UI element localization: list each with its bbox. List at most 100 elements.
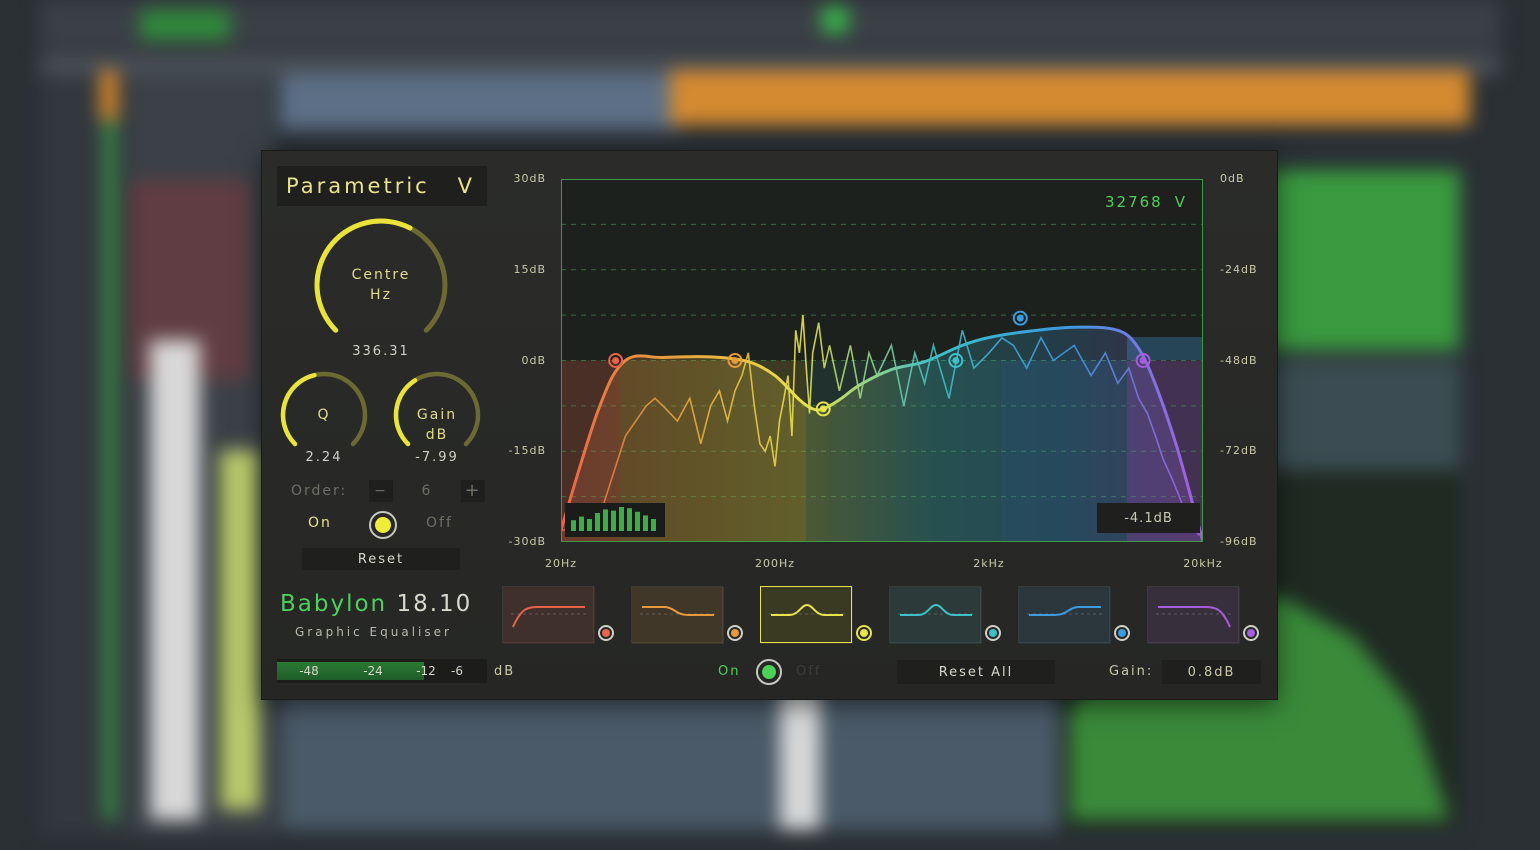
band-thumbnail-6[interactable]	[1147, 586, 1240, 644]
order-label: Order:	[291, 483, 348, 499]
mini-spectrum-bar	[571, 520, 576, 531]
global-on-label[interactable]: On	[718, 664, 740, 679]
backdrop-dark-clip	[1260, 360, 1460, 470]
meter-tick-label: -24	[363, 664, 383, 678]
right-axis-label: -72dB	[1220, 444, 1258, 458]
order-stepper: Order: − 6 +	[291, 479, 491, 503]
gain-label-line1: Gain	[416, 407, 458, 423]
backdrop-white-fader	[150, 340, 200, 820]
mini-spectrum-bar	[579, 516, 584, 531]
band-enable-toggle-6[interactable]	[1243, 625, 1259, 641]
band-thumbnail-graphic	[1148, 587, 1240, 644]
band-toggle-indicator	[375, 517, 391, 533]
band-thumbnail-graphic	[503, 587, 595, 644]
band-on-label[interactable]: On	[308, 515, 332, 531]
band-thumbnail-graphic	[1019, 587, 1111, 644]
mini-spectrum-bar	[619, 507, 624, 531]
meter-tick-label: -48	[299, 664, 319, 678]
output-meter-ticks: -48 -24 -12 -6	[277, 659, 487, 683]
frequency-axis-label: 200Hz	[754, 557, 796, 570]
frequency-axis: 20Hz 200Hz 2kHz 20kHz	[262, 557, 1277, 573]
master-gain-field[interactable]: 0.8dB	[1162, 660, 1261, 684]
eq-graph[interactable]	[561, 179, 1203, 542]
mode-dropdown[interactable]: Parametric V	[277, 166, 487, 206]
frequency-axis-label: 2kHz	[973, 557, 1005, 570]
band-toggle[interactable]	[369, 511, 397, 539]
band-thumbnail-3[interactable]	[760, 586, 853, 644]
mini-spectrum-bar	[587, 519, 592, 531]
band-enable-toggle-3[interactable]	[856, 625, 872, 641]
band-thumbnail-tint	[503, 587, 595, 644]
band-thumbnail-tint	[1148, 587, 1240, 644]
brand-subtitle: Graphic Equaliser	[295, 625, 452, 639]
global-toggle[interactable]	[756, 659, 782, 685]
centre-knob-value: 336.31	[352, 344, 410, 359]
frequency-axis-label: 20kHz	[1183, 557, 1223, 570]
backdrop-toolbar	[40, 0, 1500, 50]
backdrop-blue-clip	[280, 75, 680, 130]
eq-plugin-window: Parametric V Centre Hz 336.31 Q 2.24 Gai…	[262, 151, 1277, 699]
band-off-label[interactable]: Off	[426, 515, 453, 531]
left-axis-label: 0dB	[521, 353, 546, 367]
centre-knob[interactable]: Centre Hz	[311, 215, 451, 355]
mini-spectrum-bar	[611, 510, 616, 531]
backdrop-green-clips	[1260, 170, 1460, 350]
gain-knob[interactable]: Gain dB	[391, 369, 483, 461]
band-thumbnail-2[interactable]	[631, 586, 724, 644]
band-enable-toggle-2[interactable]	[727, 625, 743, 641]
mini-spectrum-bar	[603, 509, 608, 531]
band-thumbnail-graphic	[890, 587, 982, 644]
backdrop-orange-marker	[100, 70, 118, 120]
band-enable-indicator	[1118, 629, 1126, 637]
fft-size-value: 32768	[1105, 193, 1163, 211]
band-thumbnail-graphic	[761, 587, 853, 644]
output-meter: -48 -24 -12 -6	[277, 659, 487, 683]
mini-spectrum-bar	[595, 513, 600, 531]
brand-name: Babylon	[280, 591, 388, 617]
band-thumbnail-graphic	[632, 587, 724, 644]
right-axis-label: 0dB	[1220, 172, 1245, 185]
eq-node-center	[819, 405, 827, 413]
backdrop-orange-clip	[670, 70, 1470, 125]
backdrop-mixer-fader	[780, 680, 820, 830]
backdrop-yellow-fader	[220, 450, 260, 810]
centre-label-line1: Centre	[351, 267, 411, 283]
right-axis-label: -96dB	[1220, 535, 1258, 548]
q-knob-value: 2.24	[305, 450, 343, 465]
order-plus-button[interactable]: +	[461, 480, 485, 502]
gain-knob-label: Gain dB	[391, 405, 483, 445]
centre-knob-label: Centre Hz	[311, 265, 451, 305]
band-enable-toggle-4[interactable]	[985, 625, 1001, 641]
eq-node-center	[952, 357, 960, 364]
mini-spectrum	[565, 503, 665, 537]
chevron-down-icon: V	[1174, 193, 1187, 211]
centre-label-line2: Hz	[370, 287, 392, 303]
band-enable-indicator	[602, 629, 610, 637]
master-gain-label: Gain:	[1109, 664, 1154, 679]
eq-node-center	[1139, 357, 1147, 364]
left-axis-label: 15dB	[513, 262, 546, 276]
right-axis-label: -24dB	[1220, 262, 1258, 276]
reset-all-button[interactable]: Reset All	[897, 660, 1055, 684]
brand-version: 18.10	[396, 591, 473, 617]
gain-knob-value: -7.99	[415, 450, 459, 465]
eq-node-center	[1016, 314, 1024, 322]
band-enable-indicator	[989, 629, 997, 637]
band-enable-toggle-1[interactable]	[598, 625, 614, 641]
band-enable-toggle-5[interactable]	[1114, 625, 1130, 641]
band-thumbnail-4[interactable]	[889, 586, 982, 644]
band-thumbnail-1[interactable]	[502, 586, 595, 644]
fft-size-dropdown[interactable]: 32768 V	[1097, 186, 1200, 218]
mini-spectrum-bar	[651, 519, 656, 531]
global-off-label[interactable]: Off	[796, 664, 821, 679]
global-toggle-indicator	[762, 665, 776, 679]
gain-label-line2: dB	[425, 427, 449, 443]
q-knob[interactable]: Q	[278, 369, 370, 461]
order-minus-button[interactable]: −	[369, 480, 393, 502]
band-thumbnail-5[interactable]	[1018, 586, 1111, 644]
order-value: 6	[421, 483, 433, 499]
meter-tick-label: -12	[416, 664, 436, 678]
mini-spectrum-bar	[643, 515, 648, 531]
chevron-down-icon: V	[457, 174, 475, 198]
left-axis-label: -15dB	[508, 444, 546, 458]
